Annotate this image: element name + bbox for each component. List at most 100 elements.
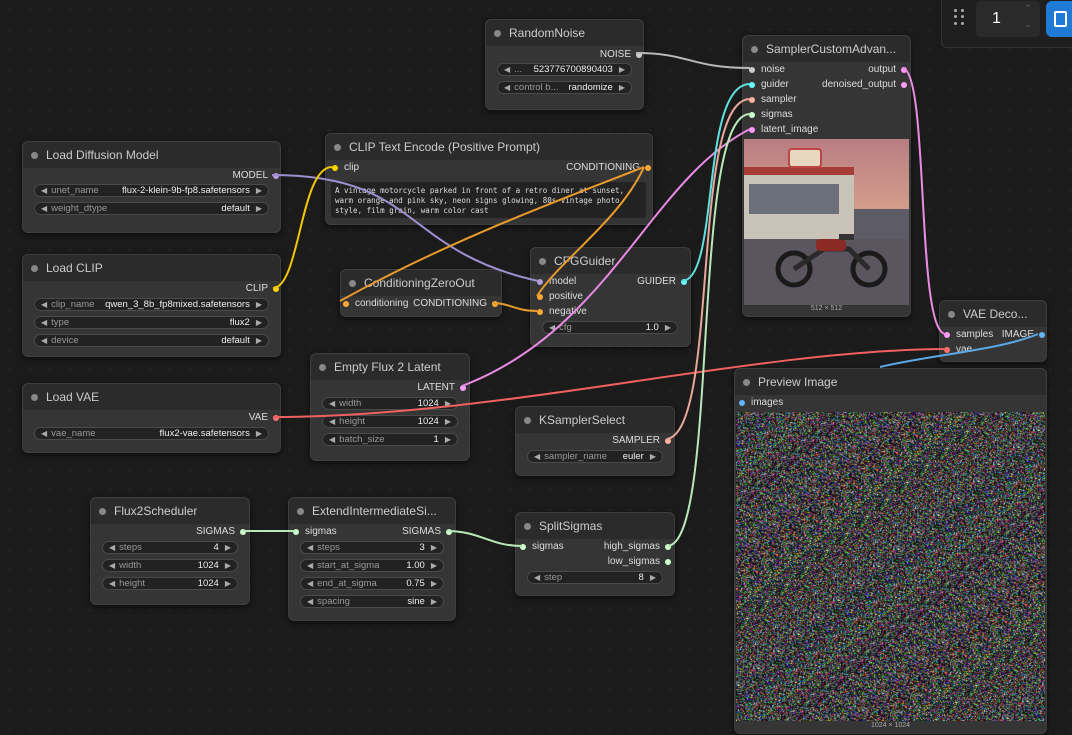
node-conditioning-zero-out[interactable]: ConditioningZeroOut conditioning CONDITI… (340, 269, 502, 317)
arrow-right-icon[interactable]: ▶ (431, 597, 437, 606)
unet-name-widget[interactable]: ◀ unet_name flux-2-klein-9b-fp8.safetensor… (34, 184, 269, 197)
node-extend-intermediate-sigmas[interactable]: ExtendIntermediateSi... sigmas SIGMAS ◀ s… (288, 497, 456, 621)
prompt-textarea[interactable]: A vintage motorcycle parked in front of … (331, 182, 646, 218)
end-at-sigma-widget[interactable]: ◀ end_at_sigma 0.75 ▶ (300, 577, 444, 590)
output-clip[interactable]: CLIP (246, 282, 280, 296)
arrow-left-icon[interactable]: ◀ (41, 429, 47, 438)
output-guider[interactable]: GUIDER (637, 275, 688, 289)
output-sigmas[interactable]: SIGMAS (196, 525, 247, 539)
input-sampler[interactable]: sampler (747, 93, 797, 107)
output-noise[interactable]: NOISE (600, 48, 643, 62)
device-widget[interactable]: ◀ device default ▶ (34, 334, 269, 347)
arrow-left-icon[interactable]: ◀ (41, 300, 47, 309)
node-cfg-guider[interactable]: CFGGuider model positive negative GUIDER… (530, 247, 691, 347)
drag-handle-icon[interactable] (954, 9, 964, 25)
arrow-left-icon[interactable]: ◀ (534, 573, 540, 582)
arrow-left-icon[interactable]: ◀ (534, 452, 540, 461)
input-clip[interactable]: clip (330, 161, 359, 175)
arrow-right-icon[interactable]: ▶ (665, 323, 671, 332)
arrow-left-icon[interactable]: ◀ (329, 399, 335, 408)
output-conditioning[interactable]: CONDITIONING (566, 161, 652, 175)
node-empty-flux2-latent[interactable]: Empty Flux 2 Latent LATENT ◀ width 1024 ▶ ◀… (310, 353, 470, 461)
arrow-left-icon[interactable]: ◀ (41, 318, 47, 327)
clip-name-widget[interactable]: ◀ clip_name qwen_3_8b_fp8mixed.safetensors… (34, 298, 269, 311)
output-output[interactable]: output (868, 63, 908, 77)
chevron-down-icon[interactable]: ⌄ (1024, 19, 1032, 30)
steps-widget[interactable]: ◀ steps 3 ▶ (300, 541, 444, 554)
arrow-right-icon[interactable]: ▶ (256, 300, 262, 309)
batch-count-input[interactable]: 1 ⌃ ⌄ (976, 1, 1040, 37)
arrow-left-icon[interactable]: ◀ (329, 435, 335, 444)
arrow-right-icon[interactable]: ▶ (225, 561, 231, 570)
input-sigmas[interactable]: sigmas (291, 525, 337, 539)
arrow-left-icon[interactable]: ◀ (41, 336, 47, 345)
output-sampler[interactable]: SAMPLER (612, 434, 672, 448)
input-images[interactable]: images (737, 396, 783, 410)
arrow-right-icon[interactable]: ▶ (431, 543, 437, 552)
vae-name-widget[interactable]: ◀ vae_name flux2-vae.safetensors ▶ (34, 427, 269, 440)
node-random-noise[interactable]: RandomNoise NOISE ◀... 523776700890403 ▶ ◀… (485, 19, 644, 110)
batch-size-widget[interactable]: ◀ batch_size 1 ▶ (322, 433, 458, 446)
arrow-left-icon[interactable]: ◀ (329, 417, 335, 426)
height-widget[interactable]: ◀ height 1024 ▶ (102, 577, 238, 590)
arrow-right-icon[interactable]: ▶ (225, 543, 231, 552)
cfg-widget[interactable]: ◀ cfg 1.0 ▶ (542, 321, 678, 334)
node-load-clip[interactable]: Load CLIP CLIP ◀ clip_name qwen_3_8b_fp8mi… (22, 254, 281, 357)
width-widget[interactable]: ◀ width 1024 ▶ (322, 397, 458, 410)
input-guider[interactable]: guider (747, 78, 789, 92)
arrow-left-icon[interactable]: ◀ (307, 597, 313, 606)
arrow-right-icon[interactable]: ▶ (225, 579, 231, 588)
arrow-right-icon[interactable]: ▶ (650, 573, 656, 582)
arrow-left-icon[interactable]: ◀ (307, 543, 313, 552)
arrow-left-icon[interactable]: ◀ (504, 83, 510, 92)
input-negative[interactable]: negative (535, 305, 587, 319)
node-sampler-custom-advanced[interactable]: SamplerCustomAdvan... noise guider sampl… (742, 35, 911, 317)
node-preview-image[interactable]: Preview Image images 1024 × 1024 (734, 368, 1047, 734)
arrow-right-icon[interactable]: ▶ (431, 561, 437, 570)
output-high-sigmas[interactable]: high_sigmas (604, 540, 672, 554)
chevron-up-icon[interactable]: ⌃ (1024, 3, 1032, 14)
node-load-vae[interactable]: Load VAE VAE ◀ vae_name flux2-vae.safetens… (22, 383, 281, 453)
queue-button[interactable] (1046, 1, 1072, 37)
output-vae[interactable]: VAE (249, 411, 280, 425)
arrow-right-icon[interactable]: ▶ (256, 429, 262, 438)
arrow-left-icon[interactable]: ◀ (504, 65, 510, 74)
output-image[interactable]: IMAGE (1002, 328, 1046, 342)
spacing-widget[interactable]: ◀ spacing sine ▶ (300, 595, 444, 608)
arrow-right-icon[interactable]: ▶ (445, 417, 451, 426)
arrow-right-icon[interactable]: ▶ (619, 83, 625, 92)
input-conditioning[interactable]: conditioning (341, 297, 408, 311)
arrow-right-icon[interactable]: ▶ (445, 435, 451, 444)
arrow-left-icon[interactable]: ◀ (41, 204, 47, 213)
arrow-right-icon[interactable]: ▶ (256, 318, 262, 327)
arrow-right-icon[interactable]: ▶ (619, 65, 625, 74)
input-noise[interactable]: noise (747, 63, 785, 77)
sampler-name-widget[interactable]: ◀ sampler_name euler ▶ (527, 450, 663, 463)
arrow-right-icon[interactable]: ▶ (256, 204, 262, 213)
input-sigmas[interactable]: sigmas (747, 108, 793, 122)
input-samples[interactable]: samples (942, 328, 993, 342)
output-model[interactable]: MODEL (232, 169, 280, 183)
arrow-right-icon[interactable]: ▶ (431, 579, 437, 588)
start-at-sigma-widget[interactable]: ◀ start_at_sigma 1.00 ▶ (300, 559, 444, 572)
type-widget[interactable]: ◀ type flux2 ▶ (34, 316, 269, 329)
arrow-left-icon[interactable]: ◀ (109, 543, 115, 552)
arrow-left-icon[interactable]: ◀ (307, 579, 313, 588)
output-low-sigmas[interactable]: low_sigmas (608, 555, 672, 569)
input-model[interactable]: model (535, 275, 576, 289)
arrow-right-icon[interactable]: ▶ (650, 452, 656, 461)
node-vae-decode[interactable]: VAE Deco... samples vae IMAGE (939, 300, 1047, 362)
input-positive[interactable]: positive (535, 290, 583, 304)
arrow-right-icon[interactable]: ▶ (256, 336, 262, 345)
seed-widget[interactable]: ◀... 523776700890403 ▶ (497, 63, 632, 76)
output-sigmas[interactable]: SIGMAS (402, 525, 453, 539)
arrow-right-icon[interactable]: ▶ (445, 399, 451, 408)
node-ksampler-select[interactable]: KSamplerSelect SAMPLER ◀ sampler_name eule… (515, 406, 675, 476)
control-after-generate-widget[interactable]: ◀ control b... randomize ▶ (497, 81, 632, 94)
node-split-sigmas[interactable]: SplitSigmas sigmas high_sigmas low_sigma… (515, 512, 675, 596)
arrow-left-icon[interactable]: ◀ (109, 561, 115, 570)
weight-dtype-widget[interactable]: ◀ weight_dtype default ▶ (34, 202, 269, 215)
arrow-left-icon[interactable]: ◀ (41, 186, 47, 195)
steps-widget[interactable]: ◀ steps 4 ▶ (102, 541, 238, 554)
arrow-left-icon[interactable]: ◀ (109, 579, 115, 588)
